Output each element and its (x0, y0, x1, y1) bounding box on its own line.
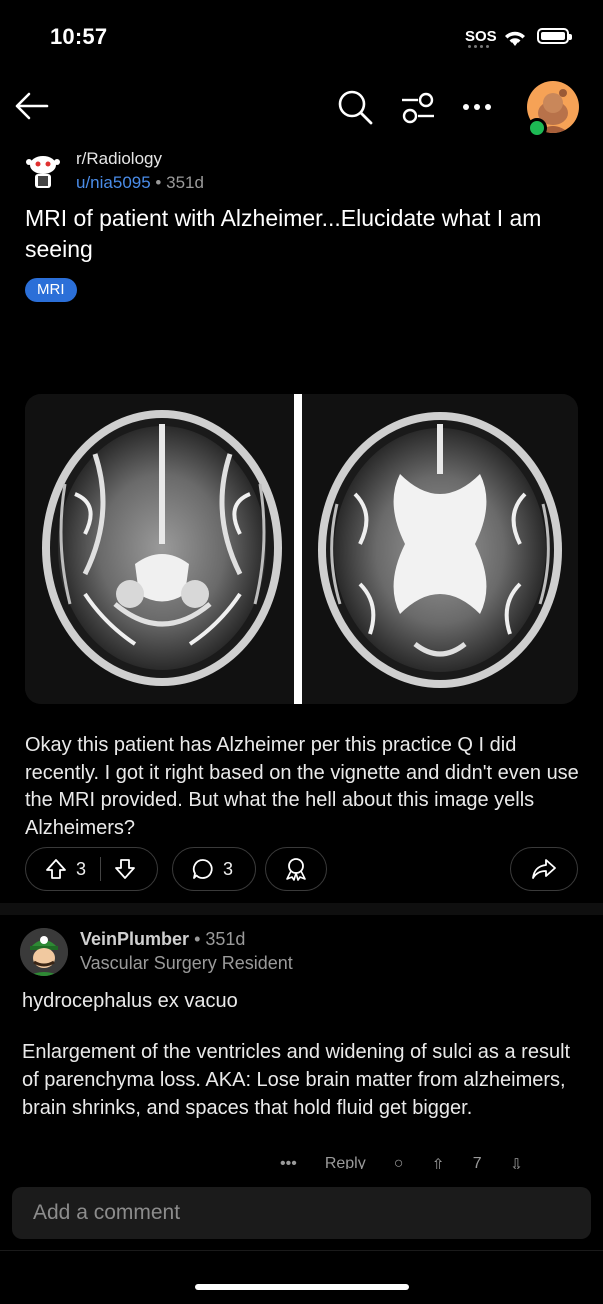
comment-input[interactable]: Add a comment (12, 1187, 591, 1239)
comment-reply-button[interactable]: Reply (325, 1155, 366, 1169)
more-icon[interactable] (460, 92, 494, 122)
comment-award-icon[interactable]: ○ (394, 1155, 404, 1169)
status-time: 10:57 (50, 24, 108, 49)
vote-bar: 3 (25, 847, 158, 891)
meta-separator: • (155, 173, 162, 192)
mri-left-slice (42, 410, 282, 686)
comment-actions: ••• Reply ○ ⇧ 7 ⇩ (280, 1155, 580, 1169)
comment-author[interactable]: VeinPlumber (80, 929, 189, 949)
vote-divider (100, 857, 102, 881)
comment-vote-count: 7 (472, 1155, 482, 1169)
comment-paragraph-1: hydrocephalus ex vacuo (22, 990, 238, 1012)
post-body: Okay this patient has Alzheimer per this… (25, 734, 579, 839)
comment-input-placeholder: Add a comment (33, 1201, 181, 1224)
filter-icon[interactable] (398, 88, 438, 128)
comment-author-avatar[interactable] (20, 928, 68, 976)
award-icon (283, 856, 309, 882)
share-icon (532, 858, 556, 880)
subreddit-name[interactable]: r/Radiology (76, 149, 162, 169)
comment-more-icon[interactable]: ••• (280, 1155, 297, 1169)
comment-paragraph-2: Enlargement of the ventricles and wideni… (22, 1041, 571, 1119)
vote-count: 3 (76, 858, 87, 879)
comment-upvote-icon[interactable]: ⇧ (431, 1155, 444, 1169)
post-age: 351d (166, 173, 204, 192)
post-image[interactable] (25, 394, 578, 704)
online-status-dot (527, 118, 547, 138)
home-indicator[interactable] (195, 1284, 409, 1290)
post-meta: u/nia5095 • 351d (76, 173, 204, 193)
signal-dots (468, 45, 496, 49)
bottom-divider (0, 1250, 603, 1251)
post-flair[interactable]: MRI (25, 278, 77, 302)
comment-downvote-icon[interactable]: ⇩ (510, 1155, 523, 1169)
upvote-icon[interactable] (44, 857, 68, 881)
subreddit-avatar[interactable] (23, 150, 63, 190)
comment-separator: • (194, 929, 201, 949)
award-button[interactable] (265, 847, 327, 891)
post-title: MRI of patient with Alzheimer...Elucidat… (25, 205, 542, 262)
mri-right-slice (318, 412, 562, 688)
back-arrow-icon[interactable] (10, 85, 52, 127)
comment-meta: VeinPlumber • 351d (80, 929, 245, 950)
sos-indicator: SOS (465, 28, 497, 45)
wifi-icon (502, 28, 528, 53)
comment-count: 3 (223, 858, 234, 879)
comment-bubble-icon (191, 857, 215, 881)
image-divider (294, 394, 302, 704)
share-button[interactable] (510, 847, 578, 891)
comment-author-flair: Vascular Surgery Resident (80, 953, 293, 973)
section-separator (0, 903, 603, 915)
comments-button[interactable]: 3 (172, 847, 256, 891)
search-icon[interactable] (334, 86, 376, 128)
comment-age: 351d (205, 929, 246, 949)
post-author[interactable]: u/nia5095 (76, 173, 151, 192)
downvote-icon[interactable] (113, 857, 137, 881)
battery-icon (537, 28, 572, 44)
